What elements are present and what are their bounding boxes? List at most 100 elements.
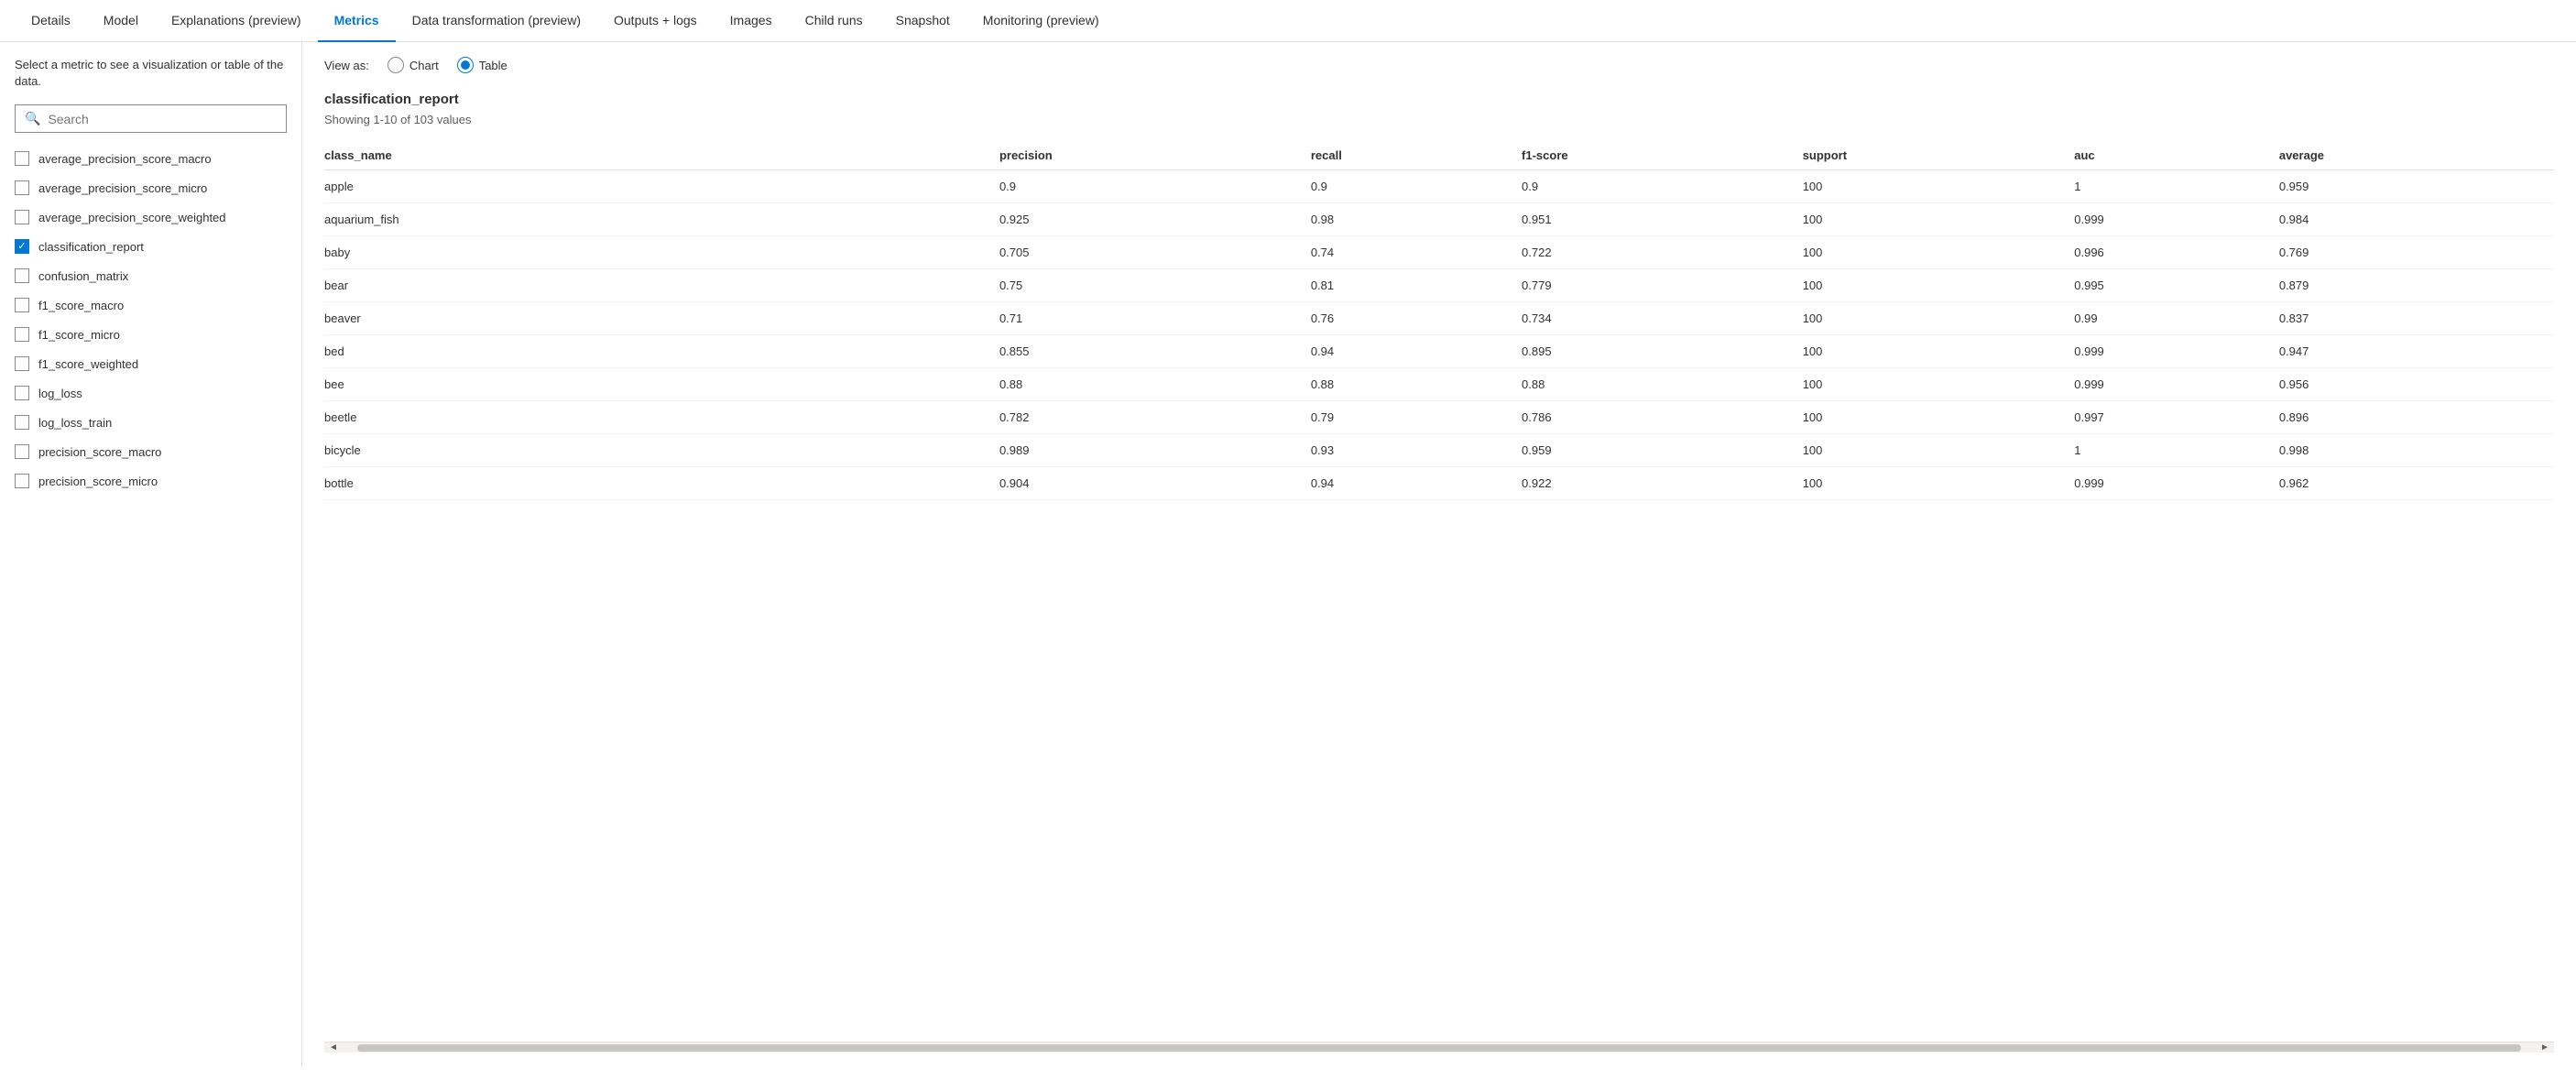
metric-checkbox[interactable] bbox=[15, 415, 29, 430]
metric-item[interactable]: average_precision_score_macro bbox=[0, 144, 301, 173]
scroll-left-arrow[interactable]: ◄ bbox=[324, 1043, 343, 1054]
tab-child-runs[interactable]: Child runs bbox=[789, 0, 879, 42]
metric-title: classification_report bbox=[324, 92, 2554, 107]
table-cell: apple bbox=[324, 170, 999, 203]
tab-snapshot[interactable]: Snapshot bbox=[879, 0, 966, 42]
table-radio-circle[interactable] bbox=[457, 57, 474, 73]
table-cell: 0.922 bbox=[1522, 467, 1803, 500]
table-cell: 100 bbox=[1803, 467, 2075, 500]
search-box[interactable]: 🔍 bbox=[15, 104, 287, 133]
table-row: bear0.750.810.7791000.9950.879 bbox=[324, 269, 2554, 302]
table-cell: 100 bbox=[1803, 335, 2075, 368]
table-cell: 0.837 bbox=[2279, 302, 2554, 335]
metric-checkbox[interactable] bbox=[15, 386, 29, 400]
table-row: apple0.90.90.910010.959 bbox=[324, 170, 2554, 203]
table-cell: 100 bbox=[1803, 434, 2075, 467]
table-cell: 1 bbox=[2074, 170, 2279, 203]
table-cell: 100 bbox=[1803, 203, 2075, 236]
table-cell: 0.75 bbox=[999, 269, 1311, 302]
metric-checkbox[interactable] bbox=[15, 210, 29, 224]
horizontal-scrollbar[interactable]: ◄ ► bbox=[324, 1042, 2554, 1053]
metric-item[interactable]: f1_score_macro bbox=[0, 290, 301, 320]
metric-item[interactable]: average_precision_score_micro bbox=[0, 173, 301, 202]
tab-details[interactable]: Details bbox=[15, 0, 87, 42]
table-cell: 100 bbox=[1803, 401, 2075, 434]
table-cell: 0.81 bbox=[1311, 269, 1522, 302]
tab-images[interactable]: Images bbox=[714, 0, 789, 42]
tab-metrics[interactable]: Metrics bbox=[318, 0, 396, 42]
view-as-row: View as: Chart Table bbox=[324, 57, 2554, 73]
table-cell: 0.984 bbox=[2279, 203, 2554, 236]
col-f1-score: f1-score bbox=[1522, 141, 1803, 170]
table-row: bottle0.9040.940.9221000.9990.962 bbox=[324, 467, 2554, 500]
chart-radio-label: Chart bbox=[409, 59, 439, 72]
metric-checkbox[interactable] bbox=[15, 444, 29, 459]
table-cell: 0.855 bbox=[999, 335, 1311, 368]
table-cell: 0.782 bbox=[999, 401, 1311, 434]
metric-checkbox[interactable] bbox=[15, 474, 29, 488]
metric-item[interactable]: log_loss_train bbox=[0, 408, 301, 437]
table-cell: 0.94 bbox=[1311, 467, 1522, 500]
view-as-label: View as: bbox=[324, 59, 369, 72]
table-cell: 0.786 bbox=[1522, 401, 1803, 434]
table-row: aquarium_fish0.9250.980.9511000.9990.984 bbox=[324, 203, 2554, 236]
metric-checkbox[interactable] bbox=[15, 298, 29, 312]
metric-item[interactable]: f1_score_weighted bbox=[0, 349, 301, 378]
scroll-right-arrow[interactable]: ► bbox=[2536, 1043, 2554, 1054]
table-cell: 0.779 bbox=[1522, 269, 1803, 302]
data-table: class_name precision recall f1-score sup… bbox=[324, 141, 2554, 500]
chart-radio-option[interactable]: Chart bbox=[387, 57, 439, 73]
tab-monitoring[interactable]: Monitoring (preview) bbox=[966, 0, 1116, 42]
table-wrapper[interactable]: class_name precision recall f1-score sup… bbox=[324, 141, 2554, 1042]
metric-item[interactable]: classification_report bbox=[0, 232, 301, 261]
metric-item[interactable]: precision_score_micro bbox=[0, 466, 301, 496]
metric-checkbox[interactable] bbox=[15, 151, 29, 166]
tab-data-transformation[interactable]: Data transformation (preview) bbox=[396, 0, 597, 42]
metric-item[interactable]: confusion_matrix bbox=[0, 261, 301, 290]
table-cell: 100 bbox=[1803, 269, 2075, 302]
table-cell: 100 bbox=[1803, 302, 2075, 335]
metric-checkbox[interactable] bbox=[15, 356, 29, 371]
table-cell: 0.93 bbox=[1311, 434, 1522, 467]
table-cell: 0.904 bbox=[999, 467, 1311, 500]
metric-item[interactable]: precision_score_macro bbox=[0, 437, 301, 466]
table-cell: 0.94 bbox=[1311, 335, 1522, 368]
sidebar-description: Select a metric to see a visualization o… bbox=[0, 57, 301, 104]
table-cell: 0.998 bbox=[2279, 434, 2554, 467]
table-cell: 0.9 bbox=[999, 170, 1311, 203]
col-auc: auc bbox=[2074, 141, 2279, 170]
table-cell: 0.88 bbox=[1522, 368, 1803, 401]
table-cell: 100 bbox=[1803, 236, 2075, 269]
table-cell: 0.962 bbox=[2279, 467, 2554, 500]
metric-checkbox[interactable] bbox=[15, 268, 29, 283]
table-cell: 0.88 bbox=[1311, 368, 1522, 401]
table-radio-label: Table bbox=[479, 59, 508, 72]
table-cell: baby bbox=[324, 236, 999, 269]
metric-item[interactable]: f1_score_micro bbox=[0, 320, 301, 349]
table-cell: aquarium_fish bbox=[324, 203, 999, 236]
table-radio-option[interactable]: Table bbox=[457, 57, 508, 73]
table-row: bee0.880.880.881000.9990.956 bbox=[324, 368, 2554, 401]
metric-label: classification_report bbox=[38, 240, 144, 254]
metric-checkbox[interactable] bbox=[15, 239, 29, 254]
metric-checkbox[interactable] bbox=[15, 180, 29, 195]
scroll-track[interactable] bbox=[357, 1044, 2521, 1052]
table-cell: 0.996 bbox=[2074, 236, 2279, 269]
metric-checkbox[interactable] bbox=[15, 327, 29, 342]
tab-explanations[interactable]: Explanations (preview) bbox=[155, 0, 318, 42]
metric-label: f1_score_micro bbox=[38, 328, 120, 342]
table-cell: 1 bbox=[2074, 434, 2279, 467]
search-input[interactable] bbox=[48, 112, 277, 126]
table-row: bicycle0.9890.930.95910010.998 bbox=[324, 434, 2554, 467]
table-cell: 0.79 bbox=[1311, 401, 1522, 434]
metric-item[interactable]: log_loss bbox=[0, 378, 301, 408]
table-row: baby0.7050.740.7221000.9960.769 bbox=[324, 236, 2554, 269]
chart-radio-circle[interactable] bbox=[387, 57, 404, 73]
table-cell: 0.995 bbox=[2074, 269, 2279, 302]
col-class-name: class_name bbox=[324, 141, 999, 170]
tab-outputs-logs[interactable]: Outputs + logs bbox=[597, 0, 714, 42]
tab-model[interactable]: Model bbox=[87, 0, 155, 42]
table-body: apple0.90.90.910010.959aquarium_fish0.92… bbox=[324, 170, 2554, 500]
metric-item[interactable]: average_precision_score_weighted bbox=[0, 202, 301, 232]
table-row: beetle0.7820.790.7861000.9970.896 bbox=[324, 401, 2554, 434]
